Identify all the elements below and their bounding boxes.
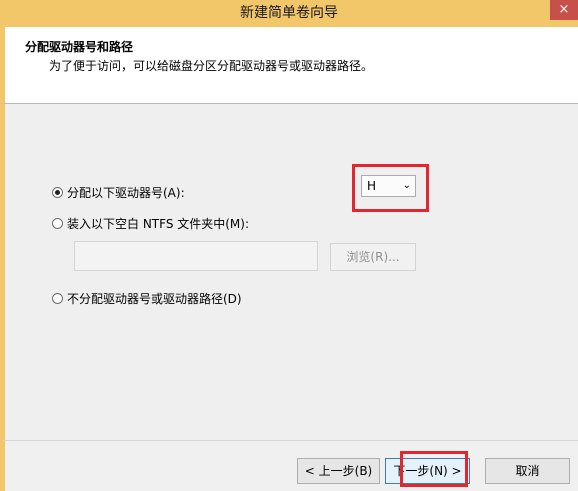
page-title: 分配驱动器号和路径 (25, 40, 134, 54)
mount-folder-radio[interactable] (52, 218, 63, 229)
highlight-box-next-button (400, 451, 468, 487)
wizard-content (0, 104, 578, 440)
close-icon[interactable]: × (550, 0, 578, 20)
mount-folder-option[interactable]: 装入以下空白 NTFS 文件夹中(M): (52, 215, 249, 232)
no-assign-label: 不分配驱动器号或驱动器路径(D) (67, 292, 242, 306)
wizard-header: 分配驱动器号和路径 为了便于访问，可以给磁盘分区分配驱动器号或驱动器路径。 (0, 27, 578, 104)
highlight-box-drive-select (352, 164, 429, 212)
page-subtitle: 为了便于访问，可以给磁盘分区分配驱动器号或驱动器路径。 (49, 59, 374, 73)
no-assign-radio[interactable] (52, 293, 63, 304)
browse-button[interactable]: 浏览(R)... (330, 243, 416, 271)
assign-letter-radio[interactable] (52, 187, 63, 198)
back-button[interactable]: < 上一步(B) (297, 458, 380, 484)
assign-letter-option[interactable]: 分配以下驱动器号(A): (52, 184, 185, 201)
title-bar: 新建简单卷向导 × (0, 0, 578, 27)
window-title: 新建简单卷向导 (240, 5, 338, 21)
folder-path-input[interactable] (74, 241, 318, 271)
mount-folder-label: 装入以下空白 NTFS 文件夹中(M): (67, 217, 250, 231)
no-assign-option[interactable]: 不分配驱动器号或驱动器路径(D) (52, 290, 242, 307)
assign-letter-label: 分配以下驱动器号(A): (67, 186, 185, 200)
cancel-button[interactable]: 取消 (485, 458, 570, 484)
